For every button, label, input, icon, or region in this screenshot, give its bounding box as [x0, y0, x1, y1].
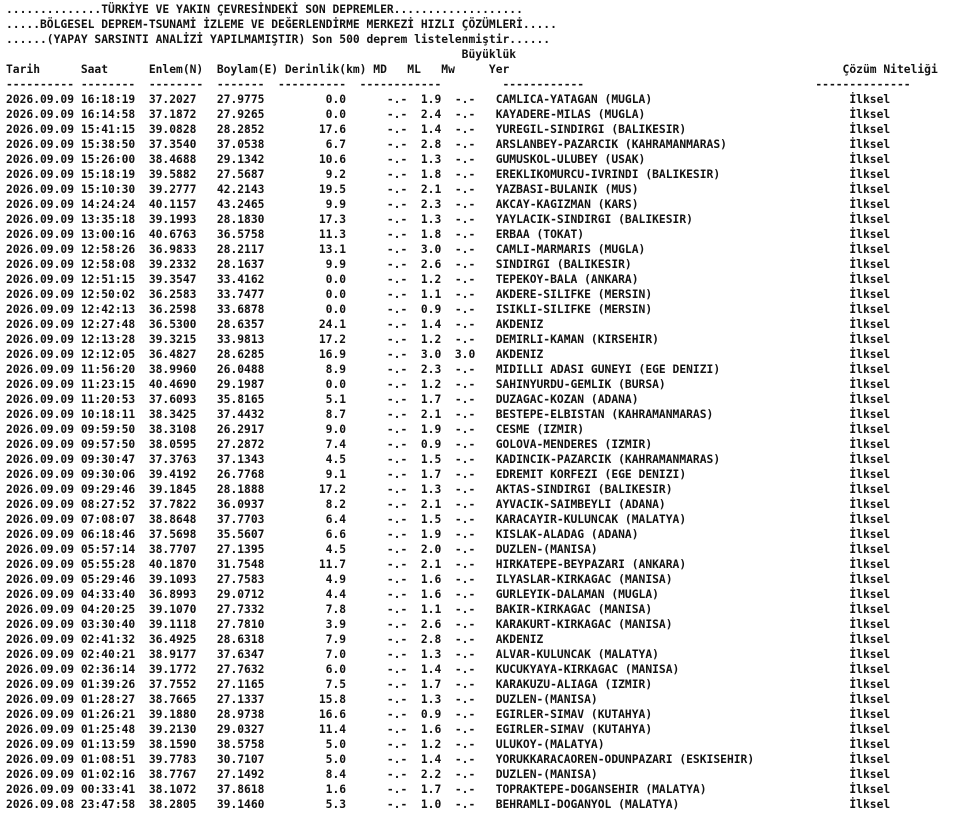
table-row: 2026.09.09 01:39:26 37.7552 27.1165 7.5 …	[6, 678, 891, 691]
table-row: 2026.09.09 15:18:19 39.5882 27.5687 9.2 …	[6, 168, 891, 181]
table-row: 2026.09.09 03:30:40 39.1118 27.7810 3.9 …	[6, 618, 891, 631]
table-row: 2026.09.09 15:41:15 39.0828 28.2852 17.6…	[6, 123, 891, 136]
table-row: 2026.09.09 04:20:25 39.1070 27.7332 7.8 …	[6, 603, 891, 616]
table-row: 2026.09.09 01:26:21 39.1880 28.9738 16.6…	[6, 708, 891, 721]
table-row: 2026.09.09 01:08:51 39.7783 30.7107 5.0 …	[6, 753, 891, 766]
table-row: 2026.09.09 05:55:28 40.1870 31.7548 11.7…	[6, 558, 891, 571]
table-row: 2026.09.09 01:02:16 38.7767 27.1492 8.4 …	[6, 768, 891, 781]
table-row: 2026.09.09 04:33:40 36.8993 29.0712 4.4 …	[6, 588, 891, 601]
earthquake-listing: ..............TÜRKİYE VE YAKIN ÇEVRESİND…	[0, 0, 977, 812]
table-row: 2026.09.09 15:38:50 37.3540 37.0538 6.7 …	[6, 138, 891, 151]
table-row: 2026.09.09 12:58:26 36.9833 28.2117 13.1…	[6, 243, 891, 256]
table-row: 2026.09.09 16:18:19 37.2027 27.9775 0.0 …	[6, 93, 891, 106]
table-row: 2026.09.09 13:35:18 39.1993 28.1830 17.3…	[6, 213, 891, 226]
table-row: 2026.09.09 14:24:24 40.1157 43.2465 9.9 …	[6, 198, 891, 211]
table-row: 2026.09.09 02:41:32 36.4925 28.6318 7.9 …	[6, 633, 891, 646]
table-row: 2026.09.09 08:27:52 37.7822 36.0937 8.2 …	[6, 498, 891, 511]
magnitude-group-header: Büyüklük	[6, 48, 517, 61]
table-row: 2026.09.09 12:27:48 36.5300 28.6357 24.1…	[6, 318, 891, 331]
table-row: 2026.09.09 12:13:28 39.3215 33.9813 17.2…	[6, 333, 891, 346]
column-headers: Tarih Saat Enlem(N) Boylam(E) Derinlik(k…	[6, 63, 938, 76]
table-row: 2026.09.09 00:33:41 38.1072 37.8618 1.6 …	[6, 783, 891, 796]
table-row: 2026.09.08 23:47:58 38.2805 39.1460 5.3 …	[6, 798, 891, 811]
table-row: 2026.09.09 01:28:27 38.7665 27.1337 15.8…	[6, 693, 891, 706]
table-row: 2026.09.09 16:14:58 37.1872 27.9265 0.0 …	[6, 108, 891, 121]
header-note: ......(YAPAY SARSINTI ANALİZİ YAPILMAMIŞ…	[6, 33, 551, 46]
table-row: 2026.09.09 10:18:11 38.3425 37.4432 8.7 …	[6, 408, 891, 421]
table-row: 2026.09.09 15:10:30 39.2777 42.2143 19.5…	[6, 183, 891, 196]
table-row: 2026.09.09 12:50:02 36.2583 33.7477 0.0 …	[6, 288, 891, 301]
table-row: 2026.09.09 12:51:15 39.3547 33.4162 0.0 …	[6, 273, 891, 286]
table-row: 2026.09.09 05:57:14 38.7707 27.1395 4.5 …	[6, 543, 891, 556]
table-row: 2026.09.09 01:13:59 38.1590 38.5758 5.0 …	[6, 738, 891, 751]
table-row: 2026.09.09 12:12:05 36.4827 28.6285 16.9…	[6, 348, 891, 361]
header-title: ..............TÜRKİYE VE YAKIN ÇEVRESİND…	[6, 3, 523, 16]
table-row: 2026.09.09 11:56:20 38.9960 26.0488 8.9 …	[6, 363, 891, 376]
table-row: 2026.09.09 01:25:48 39.2130 29.0327 11.4…	[6, 723, 891, 736]
table-row: 2026.09.09 13:00:16 40.6763 36.5758 11.3…	[6, 228, 891, 241]
table-row: 2026.09.09 09:29:46 39.1845 28.1888 17.2…	[6, 483, 891, 496]
table-row: 2026.09.09 09:57:50 38.0595 27.2872 7.4 …	[6, 438, 891, 451]
table-row: 2026.09.09 07:08:07 38.8648 37.7703 6.4 …	[6, 513, 891, 526]
table-row: 2026.09.09 09:59:50 38.3108 26.2917 9.0 …	[6, 423, 891, 436]
table-row: 2026.09.09 09:30:06 39.4192 26.7768 9.1 …	[6, 468, 891, 481]
header-subtitle: .....BÖLGESEL DEPREM-TSUNAMİ İZLEME VE D…	[6, 18, 557, 31]
table-row: 2026.09.09 11:20:53 37.6093 35.8165 5.1 …	[6, 393, 891, 406]
table-row: 2026.09.09 02:40:21 38.9177 37.6347 7.0 …	[6, 648, 891, 661]
table-row: 2026.09.09 05:29:46 39.1093 27.7583 4.9 …	[6, 573, 891, 586]
header-divider: ---------- -------- -------- ------- ---…	[6, 78, 911, 91]
table-row: 2026.09.09 06:18:46 37.5698 35.5607 6.6 …	[6, 528, 891, 541]
table-row: 2026.09.09 15:26:00 38.4688 29.1342 10.6…	[6, 153, 891, 166]
table-row: 2026.09.09 12:42:13 36.2598 33.6878 0.0 …	[6, 303, 891, 316]
table-row: 2026.09.09 11:23:15 40.4690 29.1987 0.0 …	[6, 378, 891, 391]
table-row: 2026.09.09 02:36:14 39.1772 27.7632 6.0 …	[6, 663, 891, 676]
table-row: 2026.09.09 09:30:47 37.3763 37.1343 4.5 …	[6, 453, 891, 466]
table-row: 2026.09.09 12:58:08 39.2332 28.1637 9.9 …	[6, 258, 891, 271]
